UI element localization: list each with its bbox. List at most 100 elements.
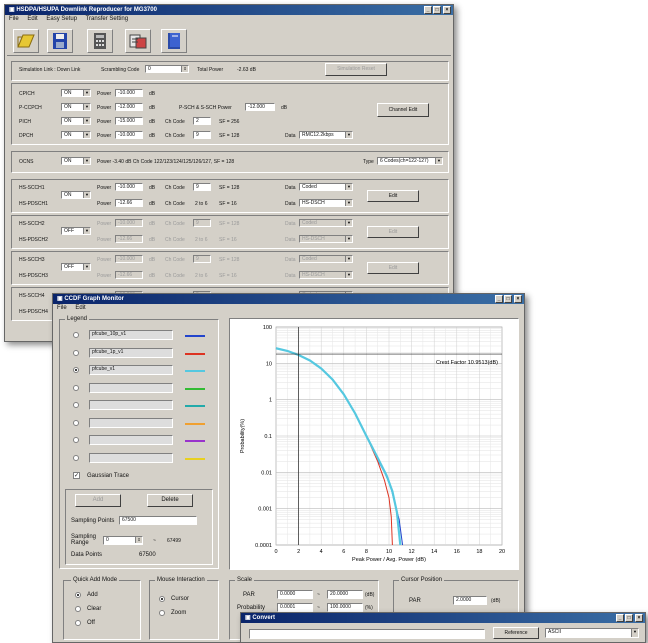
hs-power-input[interactable]: -12.66: [115, 199, 143, 207]
channel-power-input[interactable]: -10.000: [115, 131, 143, 139]
ocns-state-select[interactable]: ON ▼: [61, 157, 91, 165]
save-button[interactable]: [47, 29, 73, 53]
ccdf-close-icon[interactable]: ×: [514, 295, 522, 303]
ch-code-input[interactable]: 2: [193, 117, 211, 125]
legend-radio[interactable]: [73, 367, 79, 373]
legend-name-input[interactable]: pfcube_1p_v1: [89, 347, 173, 358]
legend-name-input[interactable]: [89, 417, 173, 428]
mouse-mode-radio[interactable]: [159, 596, 165, 602]
channel-power-input[interactable]: -12.000: [115, 103, 143, 111]
hs-ch-code-input[interactable]: 9: [193, 255, 211, 263]
quick-add-radio[interactable]: [75, 620, 81, 626]
hs-state-select[interactable]: OFF▼: [61, 263, 91, 271]
legend-radio[interactable]: [73, 419, 79, 426]
hs-power-input[interactable]: -10.000: [115, 255, 143, 263]
channel-state-select[interactable]: ON ▼: [61, 117, 91, 125]
legend-radio[interactable]: [73, 384, 79, 391]
data-points-value: 67500: [139, 552, 156, 558]
ccdf-maximize-icon[interactable]: □: [504, 295, 512, 303]
hs-data-select[interactable]: Coded▼: [299, 219, 353, 227]
ch-code-label: Ch Code: [165, 273, 185, 279]
legend-name-input[interactable]: [89, 382, 173, 393]
channel-state-select[interactable]: ON ▼: [61, 103, 91, 111]
legend-name-input[interactable]: [89, 400, 173, 410]
scrambling-code-input[interactable]: 0 ⇕: [145, 65, 189, 73]
minimize-icon[interactable]: _: [424, 6, 432, 14]
sampling-points-input[interactable]: 67500: [119, 516, 197, 525]
transfer-button[interactable]: [125, 29, 151, 53]
ch-code-input[interactable]: 9: [193, 131, 211, 139]
book-button[interactable]: [161, 29, 187, 53]
reference-button[interactable]: Reference: [493, 627, 539, 639]
format-select[interactable]: ASCII ▼: [545, 628, 639, 638]
hs-state-select[interactable]: OFF▼: [61, 227, 91, 235]
sch-power-input[interactable]: -12.000: [245, 103, 275, 111]
hs-data-select[interactable]: Coded▼: [299, 183, 353, 191]
hs-data-select[interactable]: HS-DSCH▼: [299, 235, 353, 243]
quick-add-radio[interactable]: [75, 606, 81, 612]
scale-par-to-input[interactable]: 20.0000: [327, 590, 363, 599]
hs-state-select[interactable]: ON ▼: [61, 191, 91, 199]
hs-power-input[interactable]: -10.000: [115, 183, 143, 191]
legend-name-input[interactable]: pfcube_10p_v1: [89, 330, 173, 340]
calculator-button[interactable]: [87, 29, 113, 53]
hs-data-select[interactable]: Coded▼: [299, 255, 353, 263]
ccdf-minimize-icon[interactable]: _: [495, 295, 503, 303]
ocns-type-select[interactable]: 6 Codes(ch=122-127) ▼: [377, 157, 443, 165]
cursor-par-input[interactable]: 2.0000: [453, 596, 487, 605]
hs-edit-button[interactable]: Edit: [367, 190, 419, 202]
add-button[interactable]: Add: [75, 494, 121, 507]
menu-edit[interactable]: Edit: [27, 16, 37, 22]
scale-par-from-input[interactable]: 0.0000: [277, 590, 313, 599]
channel-edit-button[interactable]: Channel Edit: [377, 103, 429, 117]
menu-easy-setup[interactable]: Easy Setup: [46, 16, 77, 22]
legend-radio[interactable]: [73, 402, 79, 408]
ccdf-menu-edit[interactable]: Edit: [75, 305, 85, 311]
channel-power-input[interactable]: -10.000: [115, 89, 143, 97]
channel-state-select[interactable]: ON ▼: [61, 89, 91, 97]
hs-power-input[interactable]: -12.66: [115, 271, 143, 279]
hs-data-select[interactable]: HS-DSCH▼: [299, 199, 353, 207]
convert-path-input[interactable]: [249, 629, 485, 639]
ccdf-titlebar: ▣ CCDF Graph Monitor _ □ ×: [53, 294, 524, 304]
convert-minimize-icon[interactable]: _: [616, 614, 624, 622]
legend-radio[interactable]: [73, 437, 79, 443]
power-label: Power: [97, 221, 112, 227]
menu-transfer-setting[interactable]: Transfer Setting: [86, 16, 128, 22]
legend-name-input[interactable]: [89, 452, 173, 463]
y-tick-label: 0.001: [258, 507, 272, 513]
legend-radio[interactable]: [73, 332, 79, 338]
open-folder-button[interactable]: [13, 29, 39, 53]
power-label: Power: [97, 91, 112, 97]
legend-radio[interactable]: [73, 349, 79, 356]
mouse-mode-radio[interactable]: [159, 610, 165, 616]
data-select[interactable]: RMC12.2kbps ▼: [299, 131, 353, 139]
scale-prob-from-input[interactable]: 0.0001: [277, 603, 313, 612]
maximize-icon[interactable]: □: [433, 6, 441, 14]
quick-add-radio[interactable]: [75, 592, 81, 598]
menu-file[interactable]: File: [9, 16, 19, 22]
sampling-range-from-input[interactable]: 0 ⇕: [103, 536, 143, 545]
hs-ch-code-input[interactable]: 9: [193, 219, 211, 227]
convert-close-icon[interactable]: ×: [635, 614, 643, 622]
hs-power-input[interactable]: -10.000: [115, 219, 143, 227]
hs-edit-button[interactable]: Edit: [367, 262, 419, 274]
delete-button[interactable]: Delete: [147, 494, 193, 507]
legend-name-input[interactable]: [89, 435, 173, 445]
hs-power-input[interactable]: -12.66: [115, 235, 143, 243]
toolbar: [7, 26, 451, 56]
simulation-reset-button[interactable]: Simulation Reset: [325, 63, 387, 76]
convert-maximize-icon[interactable]: □: [625, 614, 633, 622]
hs-data-select[interactable]: HS-DSCH▼: [299, 271, 353, 279]
legend-name-input[interactable]: pfcube_v1: [89, 365, 173, 375]
channel-state-select[interactable]: ON ▼: [61, 131, 91, 139]
hs-edit-button[interactable]: Edit: [367, 226, 419, 238]
legend-radio[interactable]: [73, 454, 79, 461]
scale-prob-to-input[interactable]: 100.0000: [327, 603, 363, 612]
close-icon[interactable]: ×: [443, 6, 451, 14]
gaussian-trace-checkbox[interactable]: ✓: [73, 472, 80, 479]
channel-power-input[interactable]: -15.000: [115, 117, 143, 125]
ccdf-menu-file[interactable]: File: [57, 305, 67, 311]
hs-ch-code-input[interactable]: 9: [193, 183, 211, 191]
scale-par-separator: ~: [317, 592, 320, 598]
